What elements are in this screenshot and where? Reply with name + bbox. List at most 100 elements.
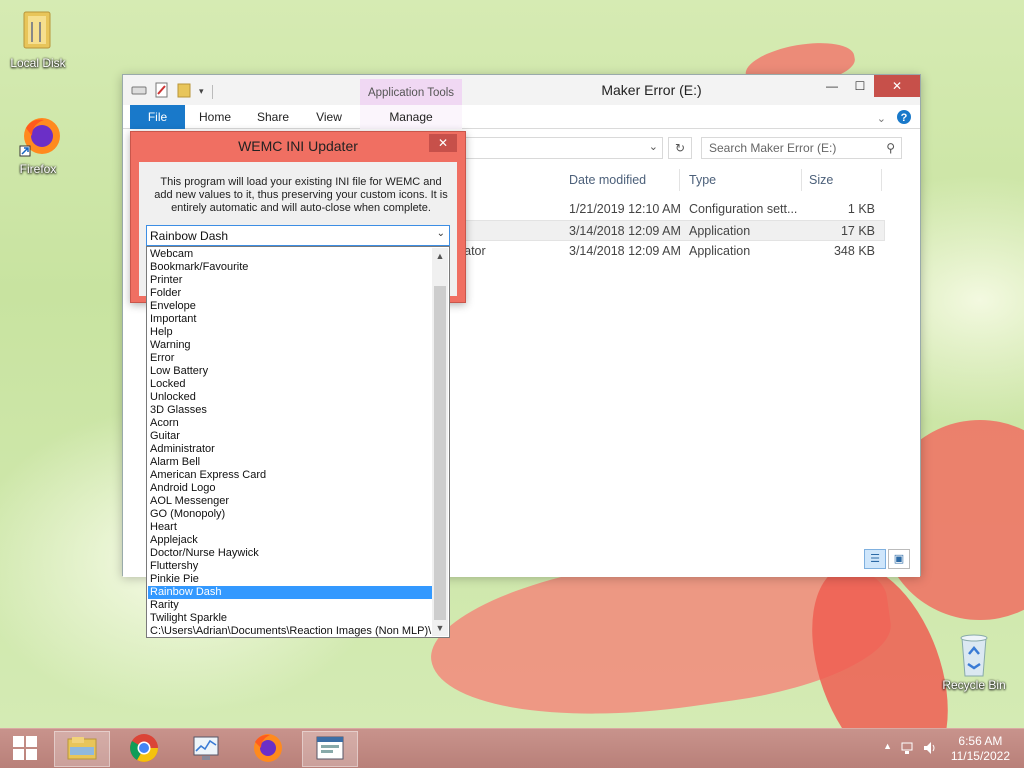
desktop-icon-label: Firefox [19, 162, 57, 176]
view-toggle: ☰ ▣ [864, 549, 910, 569]
chevron-down-icon[interactable]: ⌄ [437, 228, 445, 239]
dropdown-option[interactable]: Android Logo [148, 482, 433, 495]
taskbar-monitor[interactable] [178, 731, 234, 767]
desktop-icon-local-disk[interactable]: Local Disk [3, 8, 73, 70]
dropdown-option[interactable]: Twilight Sparkle [148, 612, 433, 625]
dropdown-option[interactable]: Doctor/Nurse Haywick [148, 547, 433, 560]
dropdown-option[interactable]: Envelope [148, 300, 433, 313]
close-button[interactable]: ✕ [874, 75, 920, 97]
file-explorer-icon [66, 735, 98, 764]
show-hidden-icons-icon[interactable]: ▲ [883, 741, 892, 751]
window-controls: — ☐ ✕ [818, 75, 920, 97]
dialog-description: This program will load your existing INI… [154, 176, 448, 214]
file-size: 17 KB [840, 224, 875, 238]
minimize-button[interactable]: — [818, 75, 846, 97]
dropdown-option[interactable]: Heart [148, 521, 433, 534]
svg-text:?: ? [901, 112, 908, 124]
column-header-size[interactable]: Size [809, 173, 833, 187]
dropdown-selected-value: Rainbow Dash [150, 229, 229, 243]
desktop-icon-recycle-bin[interactable]: Recycle Bin [939, 630, 1009, 692]
dropdown-option[interactable]: Pinkie Pie [148, 573, 433, 586]
taskbar-firefox[interactable] [240, 731, 296, 767]
clock-date: 11/15/2022 [950, 749, 1010, 763]
network-icon[interactable] [900, 740, 916, 759]
tab-share[interactable]: Share [251, 105, 295, 129]
large-icons-view-icon[interactable]: ▣ [888, 549, 910, 569]
dialog-close-button[interactable]: ✕ [429, 134, 457, 152]
dropdown-option[interactable]: GO (Monopoly) [148, 508, 433, 521]
close-icon: ✕ [437, 136, 449, 150]
dropdown-option[interactable]: Folder [148, 287, 433, 300]
dropdown-option[interactable]: Warning [148, 339, 433, 352]
dropdown-option[interactable]: Alarm Bell [148, 456, 433, 469]
firefox-icon [252, 732, 284, 767]
dropdown-option[interactable]: Locked [148, 378, 433, 391]
dropdown-option[interactable]: Help [148, 326, 433, 339]
desktop-icon-label: Recycle Bin [942, 678, 1006, 692]
desktop-icon-label: Local Disk [10, 56, 66, 70]
file-date: 3/14/2018 12:09 AM [569, 224, 681, 238]
dialog-title: WEMC INI Updater [238, 138, 358, 154]
volume-icon[interactable] [922, 740, 938, 759]
help-icon[interactable]: ? [896, 109, 912, 128]
firefox-icon [18, 114, 60, 158]
address-field[interactable]: ⌄ [453, 137, 663, 159]
chevron-down-icon[interactable]: ⌄ [649, 140, 658, 153]
dropdown-option[interactable]: Fluttershy [148, 560, 433, 573]
search-placeholder: Search Maker Error (E:) [709, 141, 837, 155]
dropdown-option[interactable]: Applejack [148, 534, 433, 547]
dropdown-option[interactable]: 3D Glasses [148, 404, 433, 417]
dropdown-option[interactable]: American Express Card [148, 469, 433, 482]
dropdown-option[interactable]: Rarity [148, 599, 433, 612]
clock[interactable]: 6:56 AM 11/15/2022 [951, 734, 1010, 764]
tab-view[interactable]: View [307, 105, 351, 129]
file-size: 1 KB [847, 202, 875, 216]
taskbar-chrome[interactable] [116, 731, 172, 767]
dropdown-option[interactable]: AOL Messenger [148, 495, 433, 508]
column-divider[interactable] [679, 169, 680, 191]
taskbar-file-explorer[interactable] [54, 731, 110, 767]
scroll-down-icon[interactable]: ▼ [432, 620, 448, 636]
taskbar-wemc-updater[interactable] [302, 731, 358, 767]
file-row[interactable]: 1/21/2019 12:10 AM Configuration sett...… [453, 199, 885, 220]
dropdown-option[interactable]: Rainbow Dash [148, 586, 433, 599]
recycle-bin-icon [954, 630, 994, 677]
file-date: 1/21/2019 12:10 AM [569, 202, 681, 216]
dropdown-option[interactable]: Printer [148, 274, 433, 287]
expand-ribbon-icon[interactable]: ⌄ [877, 112, 886, 125]
search-icon: ⚲ [886, 141, 895, 155]
dropdown-option[interactable]: Error [148, 352, 433, 365]
dropdown-option[interactable]: Administrator [148, 443, 433, 456]
tab-manage[interactable]: Manage [360, 105, 462, 129]
dropdown-option[interactable]: C:\Users\Adrian\Documents\Reaction Image… [148, 625, 433, 638]
desktop-icon-firefox[interactable]: Firefox [3, 114, 73, 176]
scrollbar-thumb[interactable] [434, 286, 446, 620]
dropdown-option[interactable]: Bookmark/Favourite [148, 261, 433, 274]
file-row[interactable]: 3/14/2018 12:09 AM Application 17 KB [453, 220, 885, 241]
column-divider[interactable] [881, 169, 882, 191]
ribbon-right-icons: ⌄ ? [877, 109, 912, 128]
column-divider[interactable] [801, 169, 802, 191]
file-row[interactable]: reator 3/14/2018 12:09 AM Application 34… [453, 241, 885, 262]
explorer-titlebar[interactable]: ▾ Application Tools Maker Error (E:) — ☐… [123, 75, 920, 105]
search-input[interactable]: Search Maker Error (E:) ⚲ [701, 137, 902, 159]
dropdown-option[interactable]: Acorn [148, 417, 433, 430]
start-button[interactable] [0, 731, 50, 767]
details-view-icon[interactable]: ☰ [864, 549, 886, 569]
dropdown-option[interactable]: Unlocked [148, 391, 433, 404]
dropdown-option[interactable]: Webcam [148, 248, 433, 261]
tab-file[interactable]: File [130, 105, 185, 129]
dropdown-option[interactable]: Important [148, 313, 433, 326]
maximize-button[interactable]: ☐ [846, 75, 874, 97]
file-date: 3/14/2018 12:09 AM [569, 244, 681, 258]
dropdown-option[interactable]: Low Battery [148, 365, 433, 378]
icon-set-dropdown[interactable]: Rainbow Dash ⌄ [146, 225, 450, 246]
scroll-up-icon[interactable]: ▲ [432, 248, 448, 264]
tab-home[interactable]: Home [193, 105, 237, 129]
refresh-button[interactable]: ↻ [668, 137, 692, 159]
column-header-type[interactable]: Type [689, 173, 716, 187]
file-type: Configuration sett... [689, 202, 798, 216]
column-header-date[interactable]: Date modified [569, 173, 646, 187]
dropdown-option[interactable]: Guitar [148, 430, 433, 443]
dropdown-scrollbar[interactable]: ▲ ▼ [432, 248, 448, 636]
